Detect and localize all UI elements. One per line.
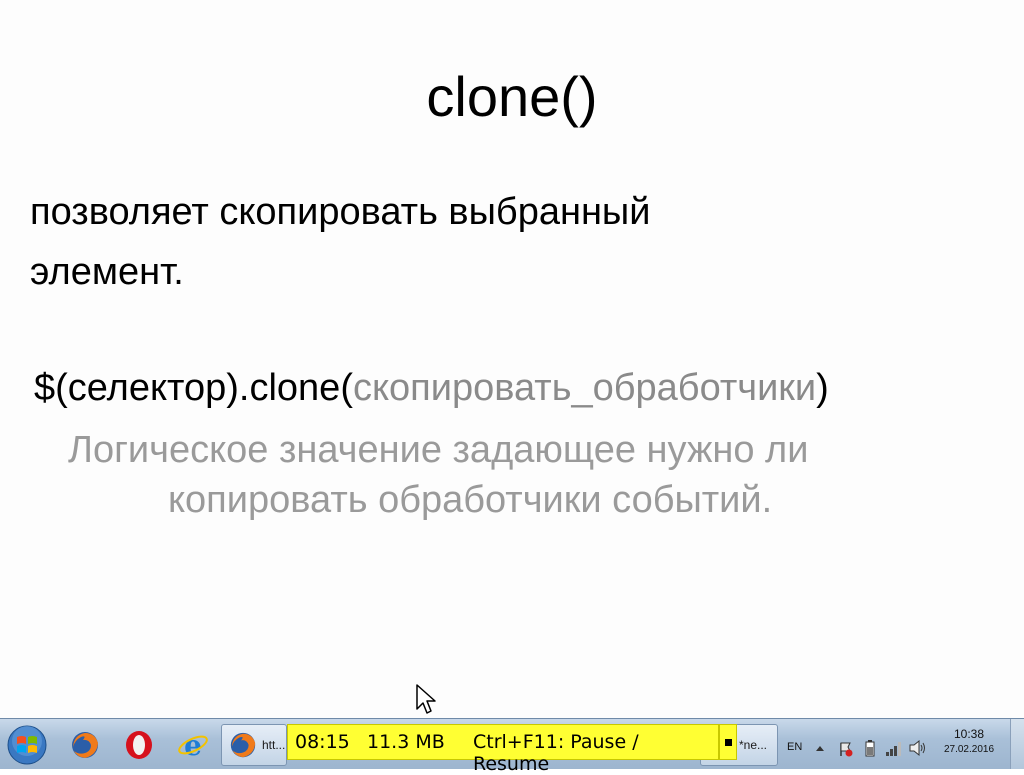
windows-logo-icon	[7, 725, 47, 765]
syntax-parameter: скопировать_обработчики	[352, 367, 817, 409]
clock-time: 10:38	[953, 727, 985, 741]
internet-explorer-icon: e	[178, 729, 208, 761]
recording-file-size: 11.3 MB	[367, 731, 445, 753]
method-syntax: $(селектор).clone(скопировать_обработчик…	[34, 363, 1014, 413]
recorder-overlay: 08:15 11.3 MB Ctrl+F11: Pause / Resume	[287, 724, 719, 775]
parameter-description-line-2: копировать обработчики событий.	[168, 479, 773, 521]
show-desktop-button[interactable]	[1010, 719, 1024, 769]
taskbar-pinned-opera[interactable]	[115, 723, 163, 767]
mouse-cursor-icon	[416, 684, 436, 714]
volume-icon[interactable]	[908, 739, 928, 757]
taskbar-window-label: htt...	[262, 738, 286, 752]
stop-icon	[725, 739, 732, 746]
parameter-description: Логическое значение задающее нужно ли ко…	[68, 425, 968, 525]
firefox-icon	[72, 732, 98, 758]
taskbar-pinned-firefox[interactable]	[61, 723, 109, 767]
recording-elapsed-time: 08:15	[295, 731, 350, 753]
parameter-description-line-1: Логическое значение задающее нужно ли	[68, 429, 809, 471]
svg-text:e: e	[184, 729, 202, 761]
opera-icon	[126, 731, 152, 759]
slide-description: позволяет скопировать выбранный элемент.	[30, 182, 830, 302]
description-line-2: элемент.	[30, 251, 184, 293]
taskbar-pinned-internet-explorer[interactable]: e	[169, 723, 217, 767]
syntax-suffix: )	[816, 367, 829, 409]
firefox-icon	[230, 732, 256, 758]
clock-date: 27.02.2016	[943, 744, 995, 755]
slide-title: clone()	[426, 65, 598, 128]
language-indicator[interactable]: EN	[787, 741, 802, 753]
battery-icon[interactable]	[864, 739, 876, 757]
show-hidden-icons-icon[interactable]	[815, 744, 825, 752]
taskbar-window-firefox[interactable]: htt...	[221, 724, 287, 766]
action-center-flag-icon[interactable]	[838, 741, 854, 757]
recording-hotkey-hint: Ctrl+F11: Pause / Resume	[473, 731, 639, 775]
recorder-stop-button[interactable]	[719, 724, 737, 760]
syntax-prefix: $(селектор).clone(	[34, 367, 353, 409]
network-signal-icon[interactable]	[884, 739, 904, 757]
presentation-slide: clone() позволяет скопировать выбранный …	[0, 0, 1024, 720]
start-button[interactable]	[2, 723, 52, 767]
description-line-1: позволяет скопировать выбранный	[30, 191, 651, 233]
system-clock[interactable]: 10:38 27.02.2016	[936, 727, 1002, 755]
taskbar-window-label: *ne...	[739, 738, 768, 752]
